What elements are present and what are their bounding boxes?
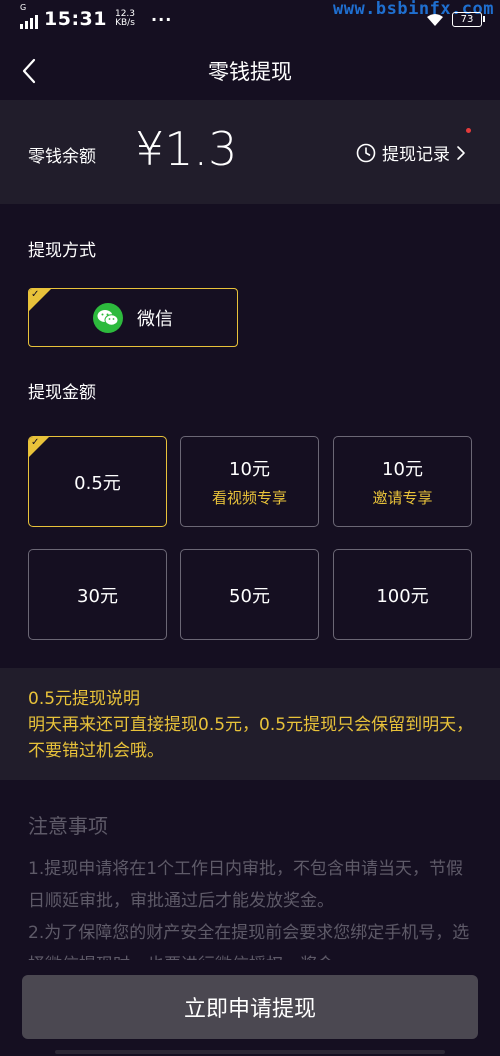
method-option-label: 微信 [137,308,173,330]
net-speed-unit: KB/s [115,18,135,28]
method-section-label: 提现方式 [28,241,96,261]
notes-item: 1.提现申请将在1个工作日内审批，不包含申请当天，节假日顺延审批，审批通过后才能… [28,859,464,911]
tip-title: 0.5元提现说明 [28,689,141,709]
amount-label: 10元 [382,459,423,480]
balance-amount: ¥1.3 [135,122,238,176]
balance-panel: 零钱余额 ¥1.3 提现记录 [0,100,500,204]
bottom-bar: 立即申请提现 [0,960,500,1056]
chevron-right-icon [457,145,465,160]
submit-withdraw-button[interactable]: 立即申请提现 [22,975,478,1039]
amount-option-10-video[interactable]: 10元 看视频专享 [180,436,319,527]
wifi-icon [427,13,443,26]
carrier-label: G [20,3,27,12]
amount-label: 100元 [376,585,429,607]
status-left: G 15:31 12.3 KB/s ··· [20,3,173,30]
amount-label: 0.5元 [74,472,121,494]
withdraw-records-link[interactable]: 提现记录 [356,140,466,165]
tip-body: 明天再来还可直接提现0.5元，0.5元提现只会保留到明天，不要错过机会哦。 [28,715,474,761]
net-speed: 12.3 KB/s [115,10,135,28]
amount-option-0-5[interactable]: ✓ 0.5元 [28,436,167,527]
battery-level: 73 [460,14,474,25]
amount-option-30[interactable]: 30元 [28,549,167,640]
status-bar: G 15:31 12.3 KB/s ··· www.bsbinfx.com 73 [0,0,500,40]
amount-label: 50元 [229,585,270,607]
amount-section-label: 提现金额 [28,383,96,403]
clock-icon [356,143,376,162]
signal-icon: G [20,3,38,29]
records-label: 提现记录 [382,145,450,165]
method-option-wechat[interactable]: ✓ 微信 [28,288,238,347]
status-time: 15:31 [44,8,107,30]
home-indicator [55,1050,445,1054]
battery-icon: 73 [452,12,485,27]
notes-section: 注意事项 1.提现申请将在1个工作日内审批，不包含申请当天，节假日顺延审批，审批… [28,810,478,960]
status-right: 73 [426,12,485,27]
check-icon: ✓ [31,437,40,448]
notes-title: 注意事项 [28,814,108,838]
more-notifications-icon: ··· [151,9,173,29]
amount-sublabel: 邀请专享 [372,489,433,507]
notes-body: 1.提现申请将在1个工作日内审批，不包含申请当天，节假日顺延审批，审批通过后才能… [28,853,478,960]
new-record-badge [466,128,471,133]
amount-label: 10元 [229,459,270,480]
nav-bar: 零钱提现 [0,44,500,98]
wechat-icon [93,302,123,333]
amount-option-50[interactable]: 50元 [180,549,319,640]
amount-label: 30元 [77,585,118,607]
withdraw-tip-panel: 0.5元提现说明 明天再来还可直接提现0.5元，0.5元提现只会保留到明天，不要… [0,668,500,780]
check-icon: ✓ [31,289,40,300]
amount-option-10-invite[interactable]: 10元 邀请专享 [333,436,472,527]
balance-label: 零钱余额 [28,147,96,167]
page-title: 零钱提现 [208,60,292,84]
notes-item: 2.为了保障您的财产安全在提现前会要求您绑定手机号，选择微信提现时，也要进行微信… [28,923,470,960]
amount-option-100[interactable]: 100元 [333,549,472,640]
amount-sublabel: 看视频专享 [211,489,287,507]
